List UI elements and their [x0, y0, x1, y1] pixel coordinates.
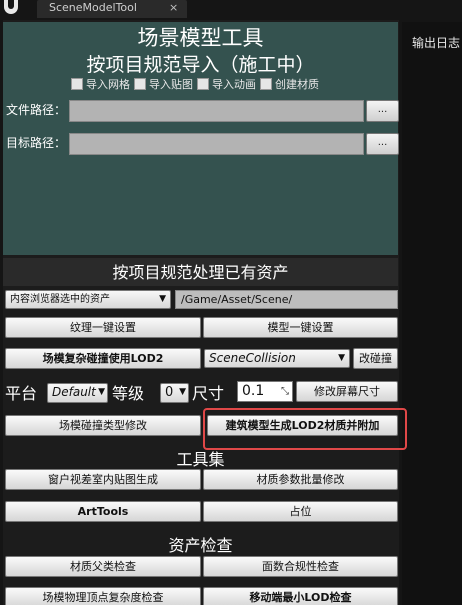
checkbox-label: 创建材质 [275, 78, 319, 91]
collision-preset-value: SceneCollision [209, 351, 296, 365]
title-bar: SceneModelTool × [0, 0, 462, 18]
texture-setup-button[interactable]: 纹理一键设置 [5, 317, 201, 338]
asset-source-select[interactable]: 内容浏览器选中的资产 ▼ [5, 290, 171, 309]
mobile-lod-check-button[interactable]: 移动端最小LOD检查 [203, 587, 398, 605]
level-select[interactable]: 0 ▼ [160, 383, 189, 403]
chevron-down-icon: ▼ [159, 294, 166, 304]
file-path-input[interactable] [69, 100, 364, 122]
unreal-logo-icon [4, 0, 18, 14]
platform-label: 平台 [5, 384, 38, 403]
model-setup-button[interactable]: 模型一键设置 [203, 317, 398, 338]
checkbox-import-animation[interactable] [197, 78, 209, 90]
highlight-box [203, 408, 407, 450]
output-log-panel: 输出日志 [402, 22, 462, 605]
physics-vertex-check-button[interactable]: 场模物理顶点复杂度检查 [5, 587, 201, 605]
checkbox-create-material[interactable] [260, 78, 272, 90]
material-batch-modify-button[interactable]: 材质参数批量修改 [203, 469, 398, 490]
size-value: 0.1 [242, 383, 265, 399]
chevron-down-icon: ▼ [338, 353, 345, 363]
resize-arrow-icon: ⤡ [281, 386, 289, 397]
size-label: 尺寸 [192, 384, 225, 403]
modify-collision-button[interactable]: 改碰撞 [353, 348, 398, 369]
browse-file-button[interactable]: ... [366, 100, 399, 122]
collision-type-modify-button[interactable]: 场模碰撞类型修改 [5, 415, 201, 436]
level-label: 等级 [112, 384, 145, 403]
tab-label: SceneModelTool [49, 1, 137, 14]
face-count-check-button[interactable]: 面数合规性检查 [203, 556, 398, 577]
modify-screen-size-button[interactable]: 修改屏幕尺寸 [296, 381, 398, 402]
asset-path-field[interactable]: /Game/Asset/Scene/ [175, 290, 398, 309]
checkbox-import-texture[interactable] [134, 78, 146, 90]
target-path-label: 目标路径： [6, 136, 67, 150]
close-icon[interactable]: × [169, 1, 178, 14]
tools-section-title: 工具集 [176, 450, 225, 469]
placeholder-button[interactable]: 占位 [203, 501, 398, 522]
platform-value: Default [52, 385, 96, 399]
checkbox-import-mesh[interactable] [71, 78, 83, 90]
window-parallax-button[interactable]: 窗户视差室内贴图生成 [5, 469, 201, 490]
collision-preset-select[interactable]: SceneCollision ▼ [204, 349, 350, 368]
art-tools-button[interactable]: ArtTools [5, 501, 201, 522]
browse-target-button[interactable]: ... [366, 133, 399, 155]
import-subtitle: 按项目规范导入（施工中） [86, 54, 315, 76]
tool-title: 场景模型工具 [137, 26, 264, 50]
process-section-title: 按项目规范处理已有资产 [112, 263, 289, 282]
size-spinbox[interactable]: 0.1 ⤡ [237, 381, 293, 402]
complex-collision-lod2-button[interactable]: 场模复杂碰撞使用LOD2 [5, 348, 201, 369]
target-path-input[interactable] [69, 133, 364, 155]
file-path-label: 文件路径： [6, 103, 67, 117]
level-value: 0 [165, 385, 174, 400]
checkbox-label: 导入网格 [86, 78, 130, 91]
chevron-down-icon: ▼ [98, 387, 105, 397]
import-section: 场景模型工具 按项目规范导入（施工中） 导入网格 导入贴图 导入动画 创建材质 … [3, 22, 399, 255]
tab-scene-model-tool[interactable]: SceneModelTool × [37, 0, 187, 18]
checkbox-label: 导入贴图 [149, 78, 193, 91]
chevron-down-icon: ▼ [179, 387, 186, 397]
asset-source-value: 内容浏览器选中的资产 [10, 294, 110, 305]
material-parent-check-button[interactable]: 材质父类检查 [5, 556, 201, 577]
import-options: 导入网格 导入贴图 导入动画 创建材质 [69, 76, 321, 92]
platform-select[interactable]: Default ▼ [47, 383, 108, 403]
check-section-title: 资产检查 [168, 536, 233, 555]
output-log-title[interactable]: 输出日志 [412, 34, 460, 51]
checkbox-label: 导入动画 [212, 78, 256, 91]
